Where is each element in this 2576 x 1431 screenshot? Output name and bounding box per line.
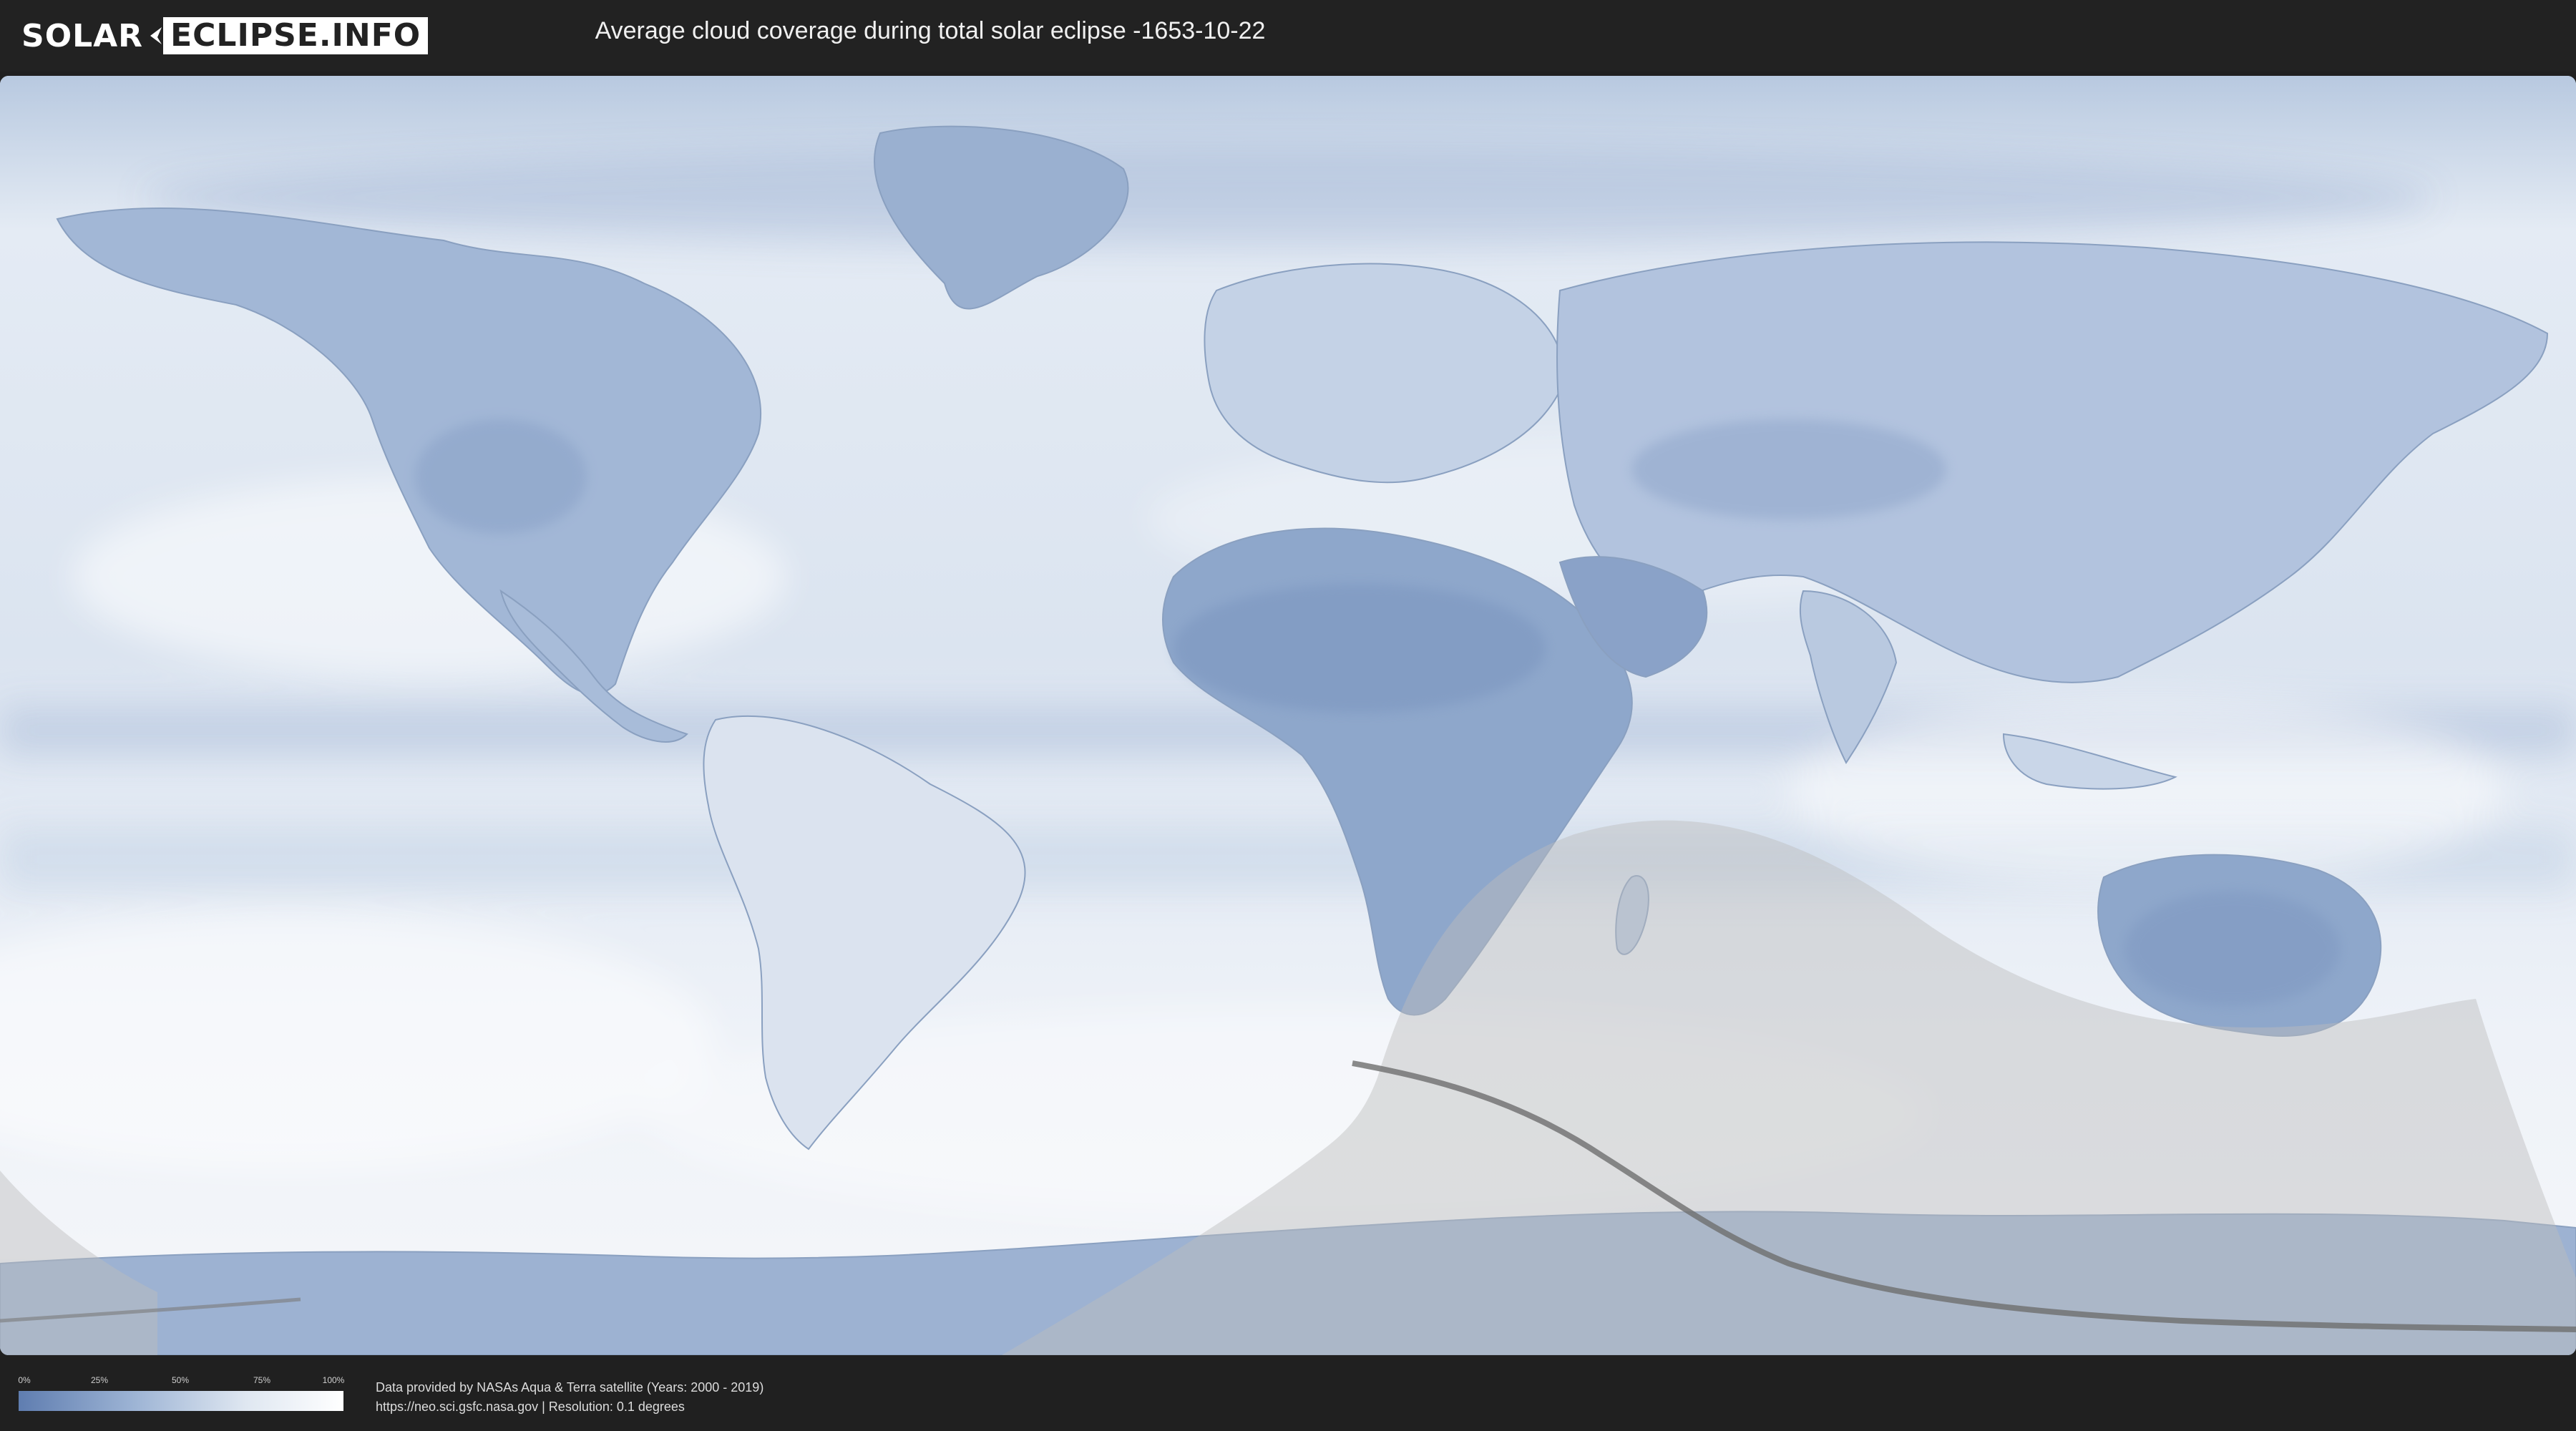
legend-tick-0: 0% <box>18 1375 31 1385</box>
cloud-coverage-legend: 0% 25% 50% 75% 100% <box>18 1375 345 1411</box>
legend-tick-100: 100% <box>322 1375 345 1385</box>
legend-tick-25: 25% <box>90 1375 109 1385</box>
cloud-coverage-map[interactable] <box>0 76 2576 1355</box>
top-bar: SOLAR ECLIPSE.INFO Average cloud coverag… <box>0 0 2576 72</box>
credit-line-source: Data provided by NASAs Aqua & Terra sate… <box>376 1380 764 1395</box>
credit-line-url[interactable]: https://neo.sci.gsfc.nasa.gov | Resoluti… <box>376 1397 763 1417</box>
legend-gradient-bar <box>19 1391 343 1411</box>
legend-tick-50: 50% <box>171 1375 190 1385</box>
data-credits: Data provided by NASAs Aqua & Terra sate… <box>376 1378 763 1417</box>
legend-tick-75: 75% <box>253 1375 271 1385</box>
world-cloud-map-icon <box>0 76 2576 1355</box>
legend-ticks: 0% 25% 50% 75% 100% <box>18 1375 345 1390</box>
page-title: Average cloud coverage during total sola… <box>595 17 1266 44</box>
